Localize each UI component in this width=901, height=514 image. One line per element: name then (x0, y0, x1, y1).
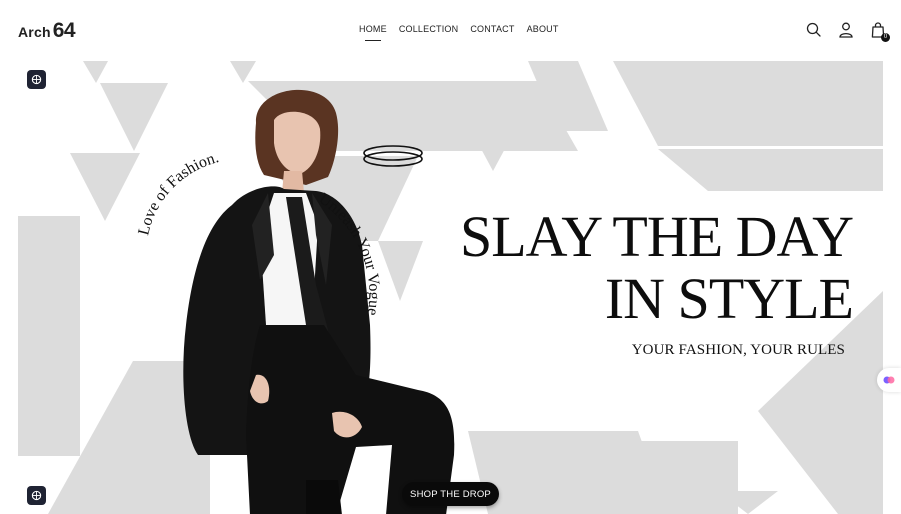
brain-icon (31, 490, 42, 501)
nav-home[interactable]: HOME (359, 24, 387, 41)
site-header: Arch 64 HOME COLLECTION CONTACT ABOUT 0 (0, 0, 901, 60)
ai-assistant-icon (883, 376, 895, 384)
nav-collection[interactable]: COLLECTION (399, 24, 459, 38)
assistant-side-tab[interactable] (877, 368, 901, 392)
widget-launcher-top[interactable] (27, 70, 46, 89)
halo-ring-decoration (363, 145, 423, 167)
hero-banner: Love of Fashion. Unleash Your Vogue SLAY… (18, 61, 883, 514)
hero-headline: SLAY THE DAY IN STYLE (459, 204, 854, 331)
widget-launcher-bottom[interactable] (27, 486, 46, 505)
main-nav: HOME COLLECTION CONTACT ABOUT (359, 24, 559, 41)
curved-taglines: Love of Fashion. Unleash Your Vogue (135, 149, 383, 317)
header-actions: 0 (805, 21, 890, 42)
search-icon[interactable] (805, 21, 823, 39)
brand-number: 64 (52, 19, 76, 42)
nav-contact[interactable]: CONTACT (470, 24, 514, 38)
brain-icon (31, 74, 42, 85)
curved-text-right: Unleash Your Vogue (316, 190, 383, 317)
cart-count-badge: 0 (881, 33, 890, 42)
brand-logo[interactable]: Arch 64 (18, 19, 76, 43)
brand-name: Arch (18, 24, 51, 40)
user-icon[interactable] (837, 21, 855, 39)
headline-line-2: IN STYLE (604, 266, 854, 331)
shopping-bag-icon[interactable]: 0 (869, 21, 890, 42)
curved-text-left: Love of Fashion. (135, 149, 220, 237)
headline-line-1: SLAY THE DAY (459, 204, 854, 269)
shop-the-drop-button[interactable]: SHOP THE DROP (402, 482, 499, 506)
nav-about[interactable]: ABOUT (527, 24, 559, 38)
hero-subheadline: YOUR FASHION, YOUR RULES (631, 342, 845, 358)
